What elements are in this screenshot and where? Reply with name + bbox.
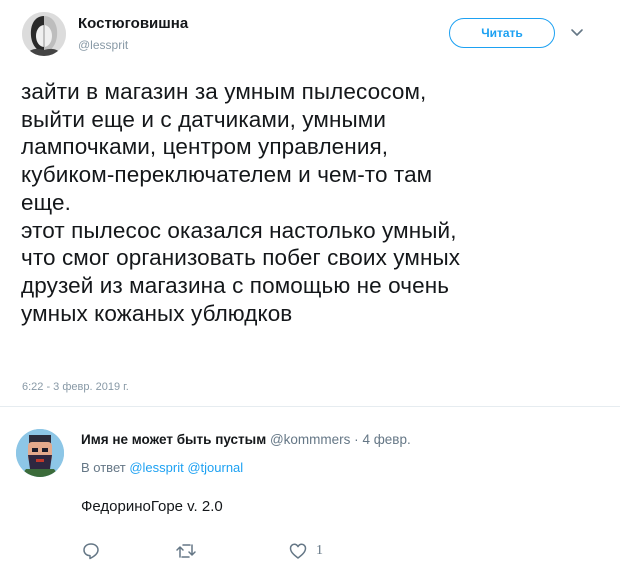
retweet-button[interactable] (175, 540, 197, 562)
reply-author-name[interactable]: Имя не может быть пустым (81, 432, 266, 447)
mention-lessprit[interactable]: @lessprit (129, 460, 183, 475)
follow-button[interactable]: Читать (449, 18, 555, 48)
retweet-icon (175, 541, 197, 561)
reply-text: ФедориноГоре v. 2.0 (81, 498, 223, 515)
reply-date[interactable]: 4 февр. (362, 432, 410, 447)
reply-to-label: В ответ (81, 460, 126, 475)
reply-header: Имя не может быть пустым @kommmers · 4 ф… (81, 432, 411, 447)
like-button[interactable]: 1 (288, 540, 323, 562)
reply-icon (81, 541, 101, 561)
heart-icon (288, 541, 308, 561)
author-handle[interactable]: @lessprit (78, 38, 128, 52)
chevron-down-icon[interactable] (569, 24, 585, 40)
reply-tweet: Имя не может быть пустым @kommmers · 4 ф… (0, 407, 620, 571)
main-tweet: Костюговишна @lessprit Читать зайти в ма… (0, 0, 620, 403)
tweet-text: зайти в магазин за умным пылесосом, выйт… (21, 79, 461, 326)
author-name[interactable]: Костюговишна (78, 15, 188, 32)
reply-button[interactable] (81, 540, 101, 562)
mention-tjournal[interactable]: @tjournal (187, 460, 243, 475)
separator-dot: · (354, 432, 359, 447)
reply-author-handle[interactable]: @kommmers (270, 432, 350, 447)
reply-context: В ответ @lessprit @tjournal (81, 460, 243, 475)
like-count: 1 (316, 543, 323, 558)
reply-avatar[interactable] (16, 429, 64, 477)
tweet-timestamp[interactable]: 6:22 - 3 февр. 2019 г. (22, 381, 129, 393)
author-avatar[interactable] (22, 12, 66, 56)
reply-actions: 1 (81, 540, 401, 564)
